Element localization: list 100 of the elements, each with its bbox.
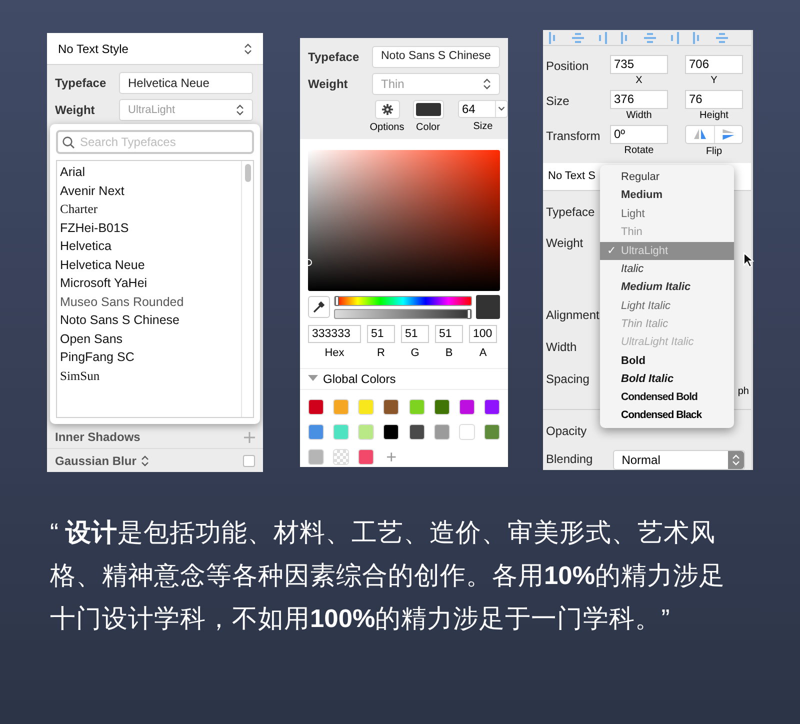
color-swatch[interactable] xyxy=(308,424,324,440)
stepper-icon xyxy=(141,454,150,467)
font-list-item[interactable]: Helvetica xyxy=(60,238,241,254)
menu-item[interactable]: Light xyxy=(600,204,734,224)
color-value-field[interactable]: 333333 xyxy=(308,325,361,343)
size-field[interactable]: 64 xyxy=(458,100,508,118)
field-caption: G xyxy=(410,346,420,361)
field-caption: Height xyxy=(700,110,728,122)
color-swatch[interactable] xyxy=(458,398,475,414)
color-swatch[interactable] xyxy=(408,398,424,414)
menu-item[interactable]: Regular xyxy=(600,168,734,186)
font-list-item[interactable]: Arial xyxy=(60,164,241,180)
color-value-field[interactable]: 51 xyxy=(367,325,395,343)
color-swatch[interactable] xyxy=(408,424,424,440)
field-caption: Hex xyxy=(324,346,344,361)
field-label: Alignment xyxy=(546,307,600,324)
menu-item[interactable]: Bold Italic xyxy=(600,370,734,389)
color-swatch[interactable] xyxy=(358,448,374,464)
color-button[interactable] xyxy=(412,100,444,119)
color-swatch[interactable] xyxy=(358,424,374,440)
menu-item[interactable]: Medium Italic xyxy=(600,278,734,297)
field-caption: A xyxy=(479,346,487,361)
color-swatch[interactable] xyxy=(308,448,324,464)
stepper-icon xyxy=(244,42,252,55)
color-swatch[interactable] xyxy=(383,424,400,440)
slider-thumb[interactable] xyxy=(335,296,339,306)
add-icon[interactable] xyxy=(244,432,255,443)
field-label: Opacity xyxy=(546,424,587,438)
color-swatch[interactable] xyxy=(484,398,500,414)
color-value-field[interactable]: 100 xyxy=(469,325,497,343)
color-swatch[interactable] xyxy=(383,398,400,414)
menu-item[interactable]: Condensed Black xyxy=(600,407,734,426)
menu-item[interactable]: Italic xyxy=(600,260,734,278)
options-button[interactable] xyxy=(374,100,400,119)
color-swatch[interactable] xyxy=(484,424,500,440)
field-caption: R xyxy=(377,346,385,361)
align-icon[interactable] xyxy=(572,32,584,44)
menu-item[interactable]: Bold xyxy=(600,352,734,370)
color-swatch[interactable] xyxy=(358,398,374,414)
color-swatch[interactable] xyxy=(458,424,475,440)
color-cursor[interactable] xyxy=(305,259,312,266)
color-swatch[interactable] xyxy=(434,424,450,440)
menu-item[interactable]: Light Italic xyxy=(600,296,734,316)
gear-icon xyxy=(382,104,392,115)
font-list-item[interactable]: Charter xyxy=(60,201,241,218)
checkbox[interactable] xyxy=(243,454,255,467)
hue-slider[interactable] xyxy=(334,296,472,306)
field-label: Width xyxy=(546,339,577,356)
size-field[interactable]: 76 xyxy=(685,90,743,110)
menu-item[interactable]: Medium xyxy=(600,186,734,205)
text-style-select[interactable]: No Text Style xyxy=(47,33,263,66)
font-list-item[interactable]: PingFang SC xyxy=(60,349,241,366)
color-swatch[interactable] xyxy=(434,398,450,414)
field-label: Weight xyxy=(308,76,349,93)
font-list-item[interactable]: Museo Sans Rounded xyxy=(60,294,241,310)
typeface-field[interactable]: Noto Sans S Chinese xyxy=(372,46,500,68)
opacity-slider[interactable] xyxy=(334,308,472,318)
font-list-item[interactable]: Avenir Next xyxy=(60,182,241,199)
color-value-field[interactable]: 51 xyxy=(435,325,463,343)
field-caption: ph xyxy=(738,385,749,399)
field-caption: Width xyxy=(626,110,652,122)
position-field[interactable]: 706 xyxy=(685,55,743,74)
field-caption: Flip xyxy=(706,146,722,158)
field-label: Spacing xyxy=(546,371,590,388)
stepper-icon xyxy=(236,104,244,116)
blending-select[interactable]: Normal xyxy=(612,450,745,470)
font-list-item[interactable]: FZHei-B01S xyxy=(60,220,241,236)
color-swatch[interactable] xyxy=(333,398,350,414)
scrollbar-thumb[interactable] xyxy=(244,164,250,182)
font-list-item[interactable]: SimSun xyxy=(60,368,241,384)
align-icon[interactable] xyxy=(644,32,656,44)
color-swatch[interactable] xyxy=(308,398,324,414)
field-caption: Y xyxy=(710,75,718,88)
align-icon[interactable] xyxy=(596,32,608,44)
eyedropper-button[interactable] xyxy=(308,296,330,318)
font-list-item[interactable]: Open Sans xyxy=(60,330,241,347)
typeface-field[interactable]: Helvetica Neue xyxy=(119,72,253,94)
flip-buttons[interactable] xyxy=(685,125,743,144)
field-label: Typeface xyxy=(308,49,360,66)
field-caption: B xyxy=(445,346,453,361)
color-value-field[interactable]: 51 xyxy=(401,325,429,343)
color-swatch[interactable] xyxy=(333,424,350,440)
align-icon[interactable] xyxy=(668,32,680,44)
button-caption: Options xyxy=(370,121,404,135)
button-caption: Size xyxy=(473,120,493,134)
size-field[interactable]: 376 xyxy=(610,90,668,110)
align-icon[interactable] xyxy=(716,32,728,44)
transparent-swatch[interactable] xyxy=(333,448,350,464)
disclosure-triangle-icon[interactable] xyxy=(308,375,318,382)
search-field[interactable]: Search Typefaces xyxy=(56,130,254,154)
field-caption: X xyxy=(636,75,642,88)
color-gradient-area[interactable] xyxy=(308,150,500,291)
position-field[interactable]: 735 xyxy=(610,55,668,74)
rotate-field[interactable]: 0º xyxy=(610,125,668,144)
font-list-item[interactable]: Microsoft YaHei xyxy=(60,275,241,292)
field-label: Typeface xyxy=(55,75,108,92)
menu-item[interactable]: Condensed Bold xyxy=(600,388,734,408)
font-list-item[interactable]: Helvetica Neue xyxy=(60,256,241,273)
slider-thumb[interactable] xyxy=(467,308,471,318)
font-list-item[interactable]: Noto Sans S Chinese xyxy=(60,312,241,328)
